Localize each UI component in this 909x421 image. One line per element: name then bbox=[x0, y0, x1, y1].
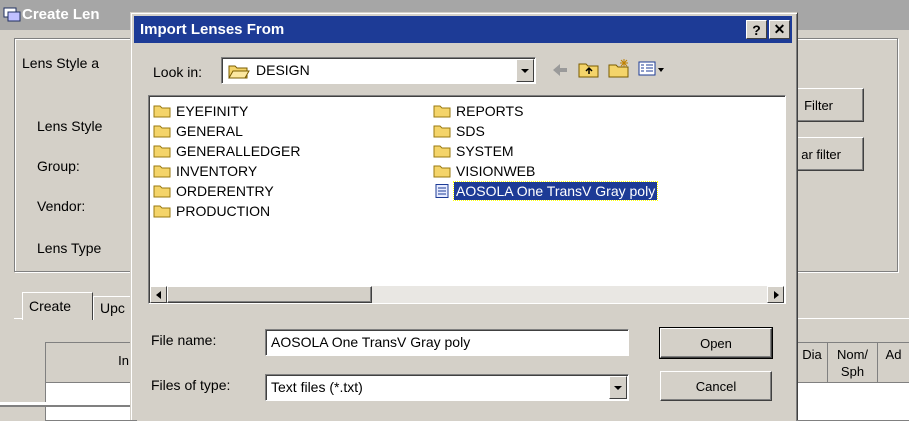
folder-icon bbox=[153, 205, 171, 218]
scroll-left-icon bbox=[155, 290, 161, 299]
file-column-1: EYEFINITY GENERAL GENERALLEDGER INVENTOR… bbox=[153, 101, 302, 221]
folder-item[interactable]: PRODUCTION bbox=[153, 201, 302, 221]
folder-icon bbox=[433, 165, 451, 178]
file-name-input[interactable]: AOSOLA One TransV Gray poly bbox=[265, 329, 629, 356]
new-folder-icon[interactable] bbox=[607, 58, 631, 79]
folder-icon bbox=[433, 125, 451, 138]
file-column-2: REPORTS SDS SYSTEM VISIONWEB AOSOLA One … bbox=[433, 101, 659, 201]
help-icon: ? bbox=[752, 21, 761, 38]
open-folder-icon bbox=[228, 65, 250, 79]
folder-item[interactable]: SDS bbox=[433, 121, 657, 141]
scroll-thumb[interactable] bbox=[167, 286, 372, 303]
files-of-type-label: Files of type: bbox=[151, 377, 231, 393]
grid-header-in-label: In bbox=[118, 353, 129, 368]
background-window-title: Create Len bbox=[22, 6, 100, 23]
scroll-right-button[interactable] bbox=[767, 286, 784, 303]
open-button-label: Open bbox=[700, 335, 732, 351]
file-item-selected[interactable]: AOSOLA One TransV Gray poly bbox=[433, 181, 659, 201]
close-icon: ✕ bbox=[773, 21, 786, 37]
folder-item-label: REPORTS bbox=[456, 103, 524, 119]
groupbox-title: Lens Style a bbox=[22, 55, 100, 71]
folder-icon bbox=[153, 185, 171, 198]
folder-item[interactable]: SYSTEM bbox=[433, 141, 657, 161]
back-arrow-icon[interactable] bbox=[550, 61, 570, 79]
chevron-down-icon bbox=[521, 68, 529, 73]
look-in-dropdown[interactable]: DESIGN bbox=[221, 57, 536, 84]
file-item-label: AOSOLA One TransV Gray poly bbox=[452, 181, 659, 201]
grid-header-nom-sph-label: Nom/ Sph bbox=[836, 347, 869, 379]
folder-icon bbox=[433, 105, 451, 118]
folder-item-label: VISIONWEB bbox=[456, 163, 536, 179]
tab-update[interactable]: Upc bbox=[93, 296, 133, 320]
open-button[interactable]: Open bbox=[659, 327, 773, 359]
cancel-button-label: Cancel bbox=[695, 378, 737, 394]
look-in-value: DESIGN bbox=[256, 62, 310, 78]
folder-icon bbox=[153, 125, 171, 138]
text-file-icon bbox=[435, 184, 449, 198]
folder-item[interactable]: GENERALLEDGER bbox=[153, 141, 302, 161]
grid-header-in: In bbox=[46, 343, 134, 383]
folder-item[interactable]: ORDERENTRY bbox=[153, 181, 302, 201]
folder-item-label: GENERAL bbox=[176, 123, 243, 139]
tab-create[interactable]: Create bbox=[22, 292, 93, 320]
folder-item[interactable]: GENERAL bbox=[153, 121, 302, 141]
folder-item-label: EYEFINITY bbox=[176, 103, 249, 119]
folder-icon bbox=[153, 105, 171, 118]
files-of-type-dropdown-button[interactable] bbox=[609, 376, 627, 399]
folder-item[interactable]: REPORTS bbox=[433, 101, 657, 121]
lens-type-label: Lens Type bbox=[37, 240, 102, 256]
app-icon bbox=[3, 7, 21, 22]
vendor-label: Vendor: bbox=[37, 198, 86, 214]
cancel-button[interactable]: Cancel bbox=[660, 371, 772, 401]
view-menu-icon[interactable] bbox=[638, 60, 666, 78]
filter-button-label: Filter bbox=[804, 97, 833, 113]
chevron-down-icon bbox=[614, 385, 622, 390]
folder-item[interactable]: INVENTORY bbox=[153, 161, 302, 181]
scroll-left-button[interactable] bbox=[150, 286, 167, 303]
files-of-type-dropdown[interactable]: Text files (*.txt) bbox=[265, 374, 629, 401]
folder-item-label: SYSTEM bbox=[456, 143, 514, 159]
folder-item-label: GENERALLEDGER bbox=[176, 143, 301, 159]
look-in-dropdown-button[interactable] bbox=[516, 59, 534, 82]
grid-header-nom-sph: Nom/ Sph bbox=[828, 343, 878, 383]
file-name-value: AOSOLA One TransV Gray poly bbox=[271, 334, 471, 350]
file-name-label: File name: bbox=[151, 332, 217, 348]
grid-header-dia: Dia bbox=[797, 343, 828, 383]
dialog-title: Import Lenses From bbox=[140, 21, 285, 38]
grid-header-ad-label: Ad bbox=[885, 347, 902, 362]
tab-update-label: Upc bbox=[100, 300, 125, 316]
help-button[interactable]: ? bbox=[746, 20, 767, 39]
clear-filter-button-label: ar filter bbox=[801, 146, 841, 162]
look-in-label: Look in: bbox=[153, 64, 203, 80]
folder-item[interactable]: VISIONWEB bbox=[433, 161, 657, 181]
close-button[interactable]: ✕ bbox=[769, 20, 790, 39]
folder-item-label: SDS bbox=[456, 123, 485, 139]
import-lenses-dialog: Import Lenses From ? ✕ Look in: DESIGN E… bbox=[130, 12, 798, 420]
dialog-title-bar: Import Lenses From ? ✕ bbox=[134, 16, 792, 43]
folder-item-label: PRODUCTION bbox=[176, 203, 271, 219]
folder-icon bbox=[153, 145, 171, 158]
file-list[interactable]: EYEFINITY GENERAL GENERALLEDGER INVENTOR… bbox=[148, 95, 786, 304]
lens-style-groupbox bbox=[14, 38, 146, 272]
folder-item-label: INVENTORY bbox=[176, 163, 258, 179]
tab-create-label: Create bbox=[29, 298, 72, 314]
folder-item[interactable]: EYEFINITY bbox=[153, 101, 302, 121]
grid-header-ad: Ad bbox=[878, 343, 909, 383]
folder-icon bbox=[433, 145, 451, 158]
grid-header-dia-label: Dia bbox=[802, 347, 822, 362]
group-label: Group: bbox=[37, 158, 80, 174]
folder-icon bbox=[153, 165, 171, 178]
files-of-type-value: Text files (*.txt) bbox=[271, 379, 363, 395]
folder-item-label: ORDERENTRY bbox=[176, 183, 274, 199]
up-folder-icon[interactable] bbox=[577, 59, 601, 79]
scroll-right-icon bbox=[773, 290, 779, 299]
horizontal-scrollbar[interactable] bbox=[150, 286, 784, 303]
lens-style-label: Lens Style bbox=[37, 118, 103, 134]
